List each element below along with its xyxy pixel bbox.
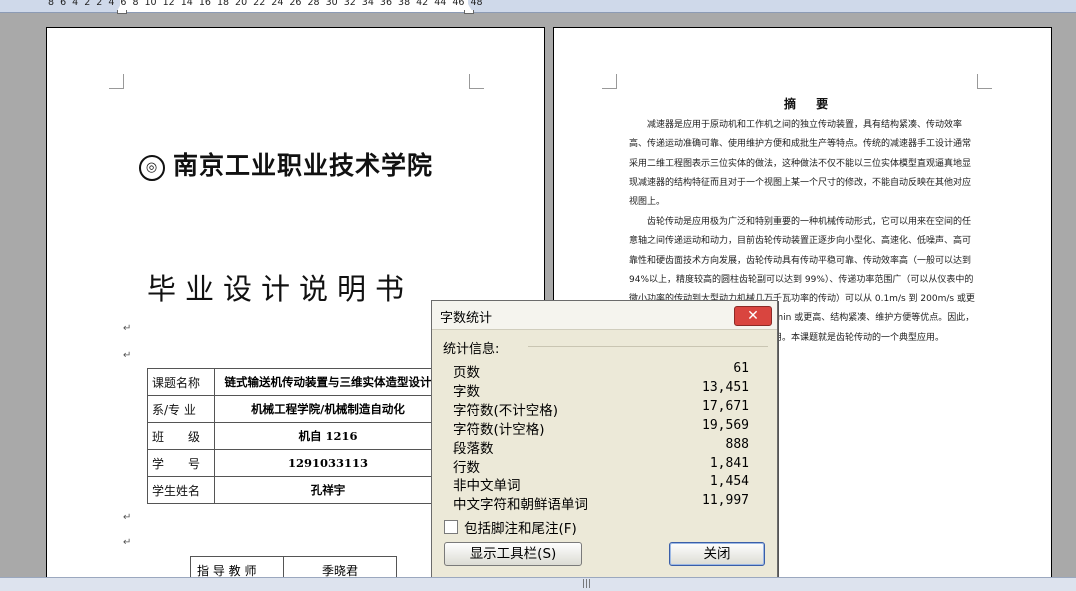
include-footnotes-checkbox[interactable]: 包括脚注和尾注(F) — [444, 517, 577, 537]
stat-value: 19,569 — [702, 418, 749, 433]
stat-label: 行数 — [453, 460, 480, 476]
stat-value: 13,451 — [702, 380, 749, 395]
horizontal-ruler[interactable]: 8 6 4 2 2 4 6 8 10 12 14 16 18 20 22 24 … — [0, 0, 1076, 14]
table-value[interactable]: 孔祥宇 — [214, 476, 442, 504]
margin-corner-tr — [977, 74, 992, 89]
stats-heading: 统计信息: — [443, 342, 500, 357]
margin-corner-tl — [602, 74, 617, 89]
stat-label: 页数 — [453, 365, 480, 381]
stat-value: 1,841 — [709, 456, 749, 471]
stat-label: 字数 — [453, 384, 480, 400]
show-toolbar-button[interactable]: 显示工具栏(S) — [444, 542, 582, 566]
table-value[interactable]: 链式输送机传动装置与三维实体造型设计 — [214, 368, 442, 396]
horizontal-scrollbar[interactable]: ||| — [0, 577, 1076, 591]
school-logo: ◎ 南京工业职业技术学院 — [139, 146, 433, 182]
scroll-grip[interactable]: ||| — [582, 579, 591, 589]
table-row: 系/专 业机械工程学院/机械制造自动化 — [147, 395, 442, 423]
table-row: 班 级机自 1216 — [147, 422, 442, 450]
table-label: 班 级 — [147, 422, 215, 450]
margin-corner-tl — [109, 74, 124, 89]
table-value[interactable]: 机自 1216 — [214, 422, 442, 450]
close-icon[interactable]: ✕ — [734, 306, 772, 326]
checkbox-label: 包括脚注和尾注(F) — [464, 521, 577, 537]
table-row: 学生姓名 孔祥宇 — [147, 476, 442, 504]
table-row: 课题名称 链式输送机传动装置与三维实体造型设计 — [147, 368, 442, 396]
dialog-title: 字数统计 — [440, 311, 493, 326]
word-count-dialog[interactable]: 字数统计 ✕ 统计信息: 页数 61 字数 13,451 字符数(不计空格) 17,6… — [431, 300, 778, 578]
stat-row: 非中文单词 1,454 — [453, 474, 749, 494]
stat-label: 字符数(计空格) — [453, 422, 545, 438]
stat-row: 字符数(不计空格) 17,671 — [453, 399, 749, 419]
table-value[interactable]: 机械工程学院/机械制造自动化 — [214, 395, 442, 423]
right-indent-marker[interactable] — [464, 4, 474, 14]
stat-row: 中文字符和朝鲜语单词 11,997 — [453, 493, 749, 513]
stat-label: 字符数(不计空格) — [453, 403, 559, 419]
paragraph-mark-icon: ↵ — [123, 323, 132, 334]
table-label: 学生姓名 — [147, 476, 215, 504]
paragraph-mark-icon: ↵ — [123, 537, 132, 548]
stat-value: 61 — [733, 361, 749, 376]
stat-row: 页数 61 — [453, 361, 749, 381]
table-row: 学 号 1291033113 — [147, 449, 442, 477]
stat-value: 888 — [725, 437, 749, 452]
ruler-numbers: 8 6 4 2 2 4 6 8 10 12 14 16 18 20 22 24 … — [48, 0, 483, 8]
abstract-heading: 摘 要 — [784, 97, 837, 111]
stat-label: 非中文单词 — [453, 478, 521, 494]
table-value[interactable]: 1291033113 — [214, 449, 442, 477]
stat-row: 段落数 888 — [453, 437, 749, 457]
stat-value: 11,997 — [702, 493, 749, 508]
table-label: 系/专 业 — [147, 395, 215, 423]
stat-value: 1,454 — [709, 474, 749, 489]
paragraph-mark-icon: ↵ — [123, 512, 132, 523]
stat-label: 段落数 — [453, 441, 494, 457]
info-table: 课题名称 链式输送机传动装置与三维实体造型设计 系/专 业机械工程学院/机械制造自… — [147, 368, 442, 504]
stat-label: 中文字符和朝鲜语单词 — [453, 497, 588, 513]
abstract-paragraph: 减速器是应用于原动机和工作机之间的独立传动装置，具有结构紧凑、传动效率高、传递运… — [629, 120, 972, 208]
table-label: 学 号 — [147, 449, 215, 477]
stat-row: 行数 1,841 — [453, 456, 749, 476]
dialog-titlebar[interactable]: 字数统计 ✕ — [432, 301, 777, 330]
close-button[interactable]: 关闭 — [669, 542, 765, 566]
document-title: 毕业设计说明书 — [147, 272, 414, 306]
stat-row: 字符数(计空格) 19,569 — [453, 418, 749, 438]
school-name: 南京工业职业技术学院 — [173, 151, 434, 180]
left-indent-marker[interactable] — [117, 4, 127, 14]
paragraph-mark-icon: ↵ — [123, 350, 132, 361]
divider — [528, 346, 768, 347]
school-seal-icon: ◎ — [139, 154, 165, 181]
checkbox-box[interactable] — [444, 520, 458, 534]
table-label: 课题名称 — [147, 368, 215, 396]
margin-corner-tr — [469, 74, 484, 89]
stat-value: 17,671 — [702, 399, 749, 414]
stat-row: 字数 13,451 — [453, 380, 749, 400]
